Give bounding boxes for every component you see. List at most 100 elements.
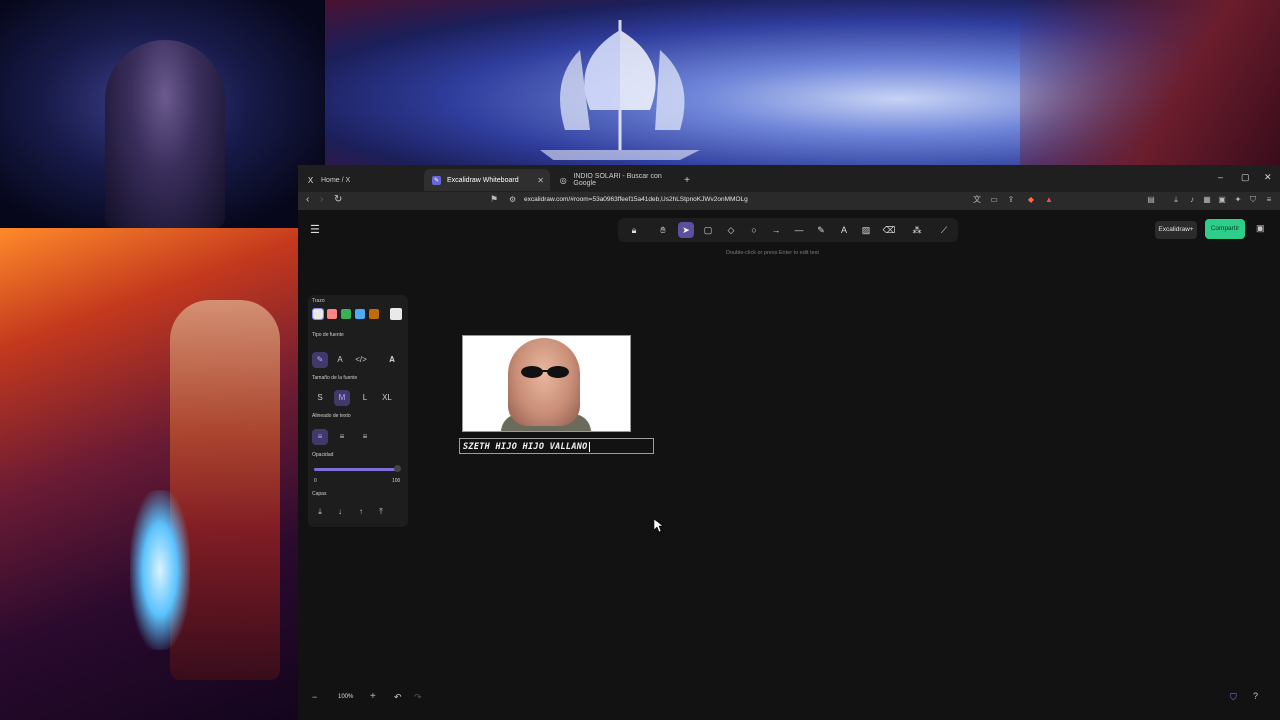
bring-forward-icon[interactable]: ↑ <box>353 504 369 520</box>
restore-icon[interactable]: ▢ <box>1241 172 1250 183</box>
text-caret <box>588 441 590 452</box>
font-code-icon[interactable]: </> <box>353 352 369 368</box>
music-icon[interactable]: ♪ <box>1187 195 1197 205</box>
font-normal-icon[interactable]: A <box>332 352 348 368</box>
bring-to-front-icon[interactable]: ⤒ <box>373 504 389 520</box>
editing-hint: Double-click or press Enter to edit text <box>726 250 819 256</box>
cast-icon[interactable]: ▭ <box>989 195 999 205</box>
tab-google-search[interactable]: ◎ INDIO SOLARI - Buscar con Google <box>551 169 679 191</box>
swatch-orange[interactable] <box>369 309 379 319</box>
size-l-button[interactable]: L <box>357 390 373 406</box>
download-icon[interactable]: ⤓ <box>1171 195 1181 205</box>
panel-icon[interactable]: ▦ <box>1202 195 1212 205</box>
size-xl-button[interactable]: XL <box>379 390 395 406</box>
excalidraw-logo-icon: ✎ <box>432 175 441 185</box>
hamburger-menu-icon[interactable]: ☰ <box>310 223 320 236</box>
pencil-tool-icon[interactable]: ✎ <box>813 222 829 238</box>
url-input[interactable]: excalidraw.com/#room=53a0963ffeef15a41de… <box>524 196 748 203</box>
tab-excalidraw[interactable]: ✎ Excalidraw Whiteboard ✕ <box>424 169 550 191</box>
swatch-red[interactable] <box>327 309 337 319</box>
diamond-tool-icon[interactable]: ◇ <box>723 222 739 238</box>
help-icon[interactable]: ? <box>1253 691 1258 701</box>
brave-rewards-icon[interactable]: ▲ <box>1044 195 1054 205</box>
swatch-blue[interactable] <box>355 309 365 319</box>
tab-home-x[interactable]: X Home / X <box>298 169 420 191</box>
shape-toolbar: 🔒︎ ✋︎ ➤ ▢ ◇ ○ → — ✎ A ▨ ⌫ ⁂ ⟋ <box>618 218 958 242</box>
wallet-icon[interactable]: ▣ <box>1217 195 1227 205</box>
align-right-icon[interactable]: ≡ <box>357 429 373 445</box>
site-info-icon[interactable]: ⚙ <box>509 195 516 204</box>
undo-icon[interactable]: ↶ <box>394 692 402 703</box>
translate-icon[interactable]: 文 <box>972 195 982 205</box>
excalidraw-plus-button[interactable]: Excalidraw+ <box>1155 221 1197 239</box>
share-page-icon[interactable]: ⇪ <box>1006 195 1016 205</box>
align-center-icon[interactable]: ≡ <box>334 429 350 445</box>
properties-panel: Trazo Tipo de fuente ✎ A </> 𝐀 Tamaño de… <box>308 295 408 527</box>
opacity-min-label: 0 <box>314 478 317 484</box>
mouse-pointer-icon <box>654 519 664 533</box>
background-artwork-ship <box>325 0 1280 165</box>
font-more-icon[interactable]: 𝐀 <box>384 352 400 368</box>
rectangle-tool-icon[interactable]: ▢ <box>700 222 716 238</box>
more-tools-icon[interactable]: ⁂ <box>909 222 925 238</box>
current-stroke-color[interactable] <box>390 308 402 320</box>
swatch-white[interactable] <box>312 308 324 320</box>
text-tool-icon[interactable]: A <box>836 222 852 238</box>
zoom-controls: − 100% + ↶ ↷ <box>306 690 426 708</box>
brave-shield-icon[interactable]: ◆ <box>1026 195 1036 205</box>
size-m-button[interactable]: M <box>334 390 350 406</box>
font-hand-drawn-icon[interactable]: ✎ <box>312 352 328 368</box>
send-to-back-icon[interactable]: ⤓ <box>312 504 328 520</box>
zoom-out-button[interactable]: − <box>312 692 317 702</box>
zoom-in-button[interactable]: + <box>370 691 376 702</box>
share-button[interactable]: Compartir <box>1205 219 1245 239</box>
google-icon: ◎ <box>559 175 567 185</box>
image-face <box>508 338 580 426</box>
sidebar-icon[interactable]: ▤ <box>1146 195 1156 205</box>
selection-tool-icon[interactable]: ➤ <box>678 222 694 238</box>
ellipse-tool-icon[interactable]: ○ <box>746 222 762 238</box>
browser-window: X Home / X ✎ Excalidraw Whiteboard ✕ ◎ I… <box>298 165 1280 720</box>
align-left-icon[interactable]: ≡ <box>312 429 328 445</box>
back-arrow-icon[interactable]: ‹ <box>306 194 309 205</box>
close-icon[interactable]: ✕ <box>537 176 544 185</box>
menu-icon[interactable]: ≡ <box>1264 195 1274 205</box>
canvas-text-element[interactable]: SZETH HIJO HIJO VALLANO <box>459 438 654 454</box>
webcam-person <box>105 40 225 228</box>
extensions-icon[interactable]: ✦ <box>1233 195 1243 205</box>
forward-arrow-icon[interactable]: › <box>320 194 323 205</box>
text-align-label: Alineado de texto <box>312 413 351 419</box>
image-tool-icon[interactable]: ▨ <box>858 222 874 238</box>
opacity-slider-thumb[interactable] <box>394 465 401 472</box>
hand-tool-icon[interactable]: ✋︎ <box>655 222 671 238</box>
minimize-icon[interactable]: – <box>1218 172 1223 182</box>
opacity-slider[interactable] <box>314 468 398 471</box>
size-s-button[interactable]: S <box>312 390 328 406</box>
canvas-image-element[interactable] <box>462 335 631 432</box>
layers-label: Capas <box>312 491 327 497</box>
line-tool-icon[interactable]: — <box>791 222 807 238</box>
excalidraw-canvas[interactable]: ☰ 🔒︎ ✋︎ ➤ ▢ ◇ ○ → — ✎ A ▨ ⌫ ⁂ ⟋ Double-c… <box>298 210 1280 720</box>
address-bar: ‹ › ↻ ⚑ ⚙ excalidraw.com/#room=53a0963ff… <box>298 192 1280 210</box>
font-family-label: Tipo de fuente <box>312 332 344 338</box>
eraser-tool-icon[interactable]: ⌫ <box>881 222 897 238</box>
x-logo-icon: X <box>307 175 314 185</box>
vpn-icon[interactable]: ⛉ <box>1248 195 1258 205</box>
arrow-tool-icon[interactable]: → <box>768 222 784 238</box>
bookmark-icon[interactable]: ⚑ <box>490 194 498 205</box>
opacity-label: Opacidad <box>312 452 334 458</box>
encryption-shield-icon[interactable]: ⛉ <box>1230 692 1237 703</box>
zoom-level[interactable]: 100% <box>338 694 353 700</box>
library-icon[interactable]: ▣ <box>1256 223 1265 234</box>
swatch-green[interactable] <box>341 309 351 319</box>
new-tab-button[interactable]: + <box>680 169 694 191</box>
image-sunglasses <box>521 366 569 378</box>
close-window-icon[interactable]: ✕ <box>1264 172 1272 183</box>
tab-label: INDIO SOLARI - Buscar con Google <box>573 173 662 187</box>
send-backward-icon[interactable]: ↓ <box>332 504 348 520</box>
laser-tool-icon[interactable]: ⟋ <box>936 222 952 238</box>
reload-icon[interactable]: ↻ <box>334 194 342 205</box>
lock-icon[interactable]: 🔒︎ <box>626 222 642 238</box>
redo-icon[interactable]: ↷ <box>414 692 422 703</box>
tab-label: Excalidraw Whiteboard <box>447 176 519 184</box>
